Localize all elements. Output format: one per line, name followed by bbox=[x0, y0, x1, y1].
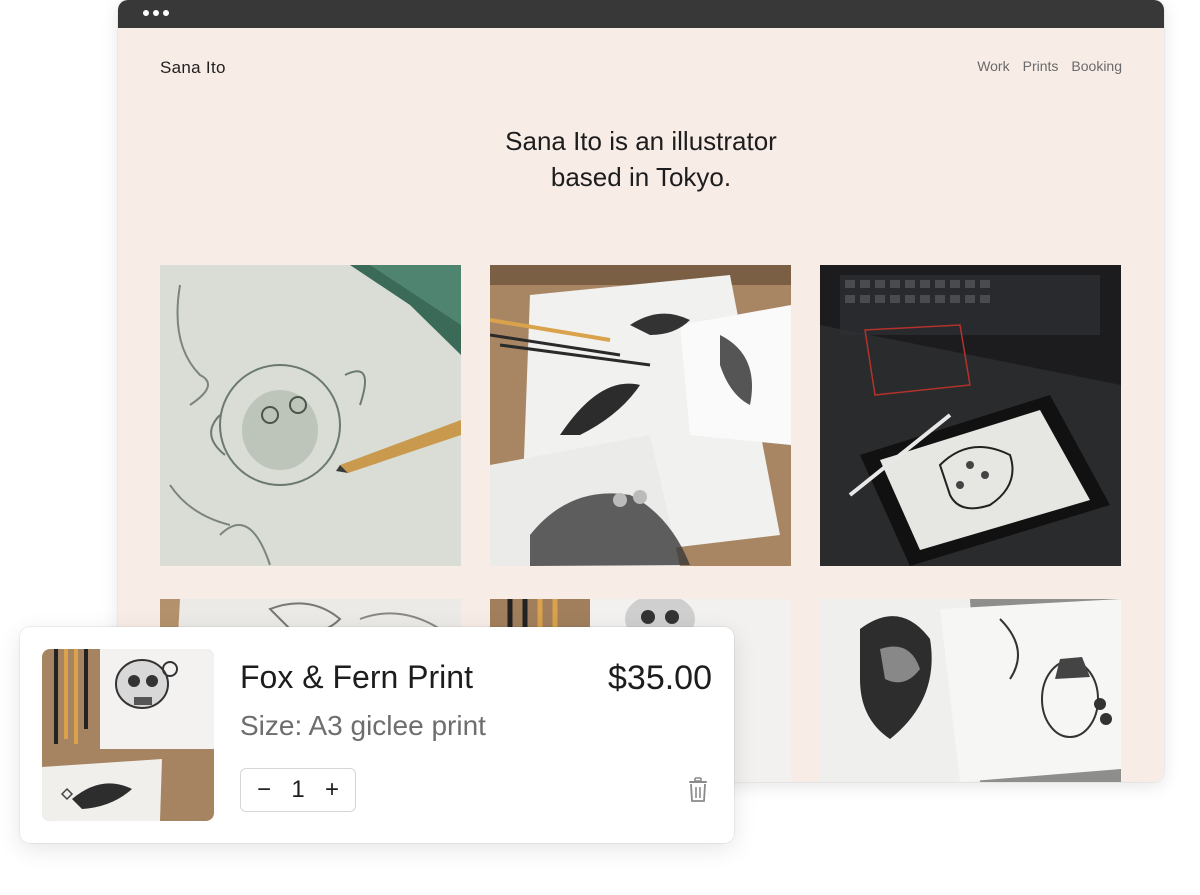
hero-line: based in Tokyo. bbox=[550, 162, 732, 192]
increase-quantity-button[interactable]: + bbox=[323, 776, 341, 804]
gallery-image-tattoo-flash[interactable] bbox=[820, 599, 1121, 782]
window-dot-icon bbox=[143, 10, 149, 16]
quantity-stepper: − 1 + bbox=[240, 768, 356, 812]
nav-link-booking[interactable]: Booking bbox=[1071, 58, 1122, 74]
decrease-quantity-button[interactable]: − bbox=[255, 776, 273, 804]
site-nav: Work Prints Booking bbox=[977, 58, 1122, 74]
product-thumbnail[interactable] bbox=[42, 649, 214, 821]
hero-line: Sana Ito is an illustrator bbox=[505, 126, 777, 156]
hero-tagline: Sana Ito is an illustrator based in Toky… bbox=[118, 123, 1164, 195]
product-size: Size: A3 giclee print bbox=[240, 710, 486, 741]
cart-item-card: Fox & Fern Print $35.00 Size: A3 giclee … bbox=[20, 627, 734, 843]
window-dot-icon bbox=[163, 10, 169, 16]
gallery-image-tablet-drawing[interactable] bbox=[820, 265, 1121, 566]
quantity-value[interactable]: 1 bbox=[291, 776, 304, 804]
gallery-image-swallow-drawings[interactable] bbox=[490, 265, 791, 566]
window-dot-icon bbox=[153, 10, 159, 16]
gallery-image-sketch-monkey[interactable] bbox=[160, 265, 461, 566]
product-name: Fox & Fern Print bbox=[240, 659, 473, 695]
browser-titlebar bbox=[118, 0, 1164, 28]
product-price: $35.00 bbox=[608, 659, 712, 697]
nav-link-work[interactable]: Work bbox=[977, 58, 1009, 74]
trash-icon[interactable] bbox=[686, 777, 710, 803]
site-logo[interactable]: Sana Ito bbox=[160, 58, 226, 78]
window-controls bbox=[143, 10, 169, 16]
nav-link-prints[interactable]: Prints bbox=[1023, 58, 1059, 74]
